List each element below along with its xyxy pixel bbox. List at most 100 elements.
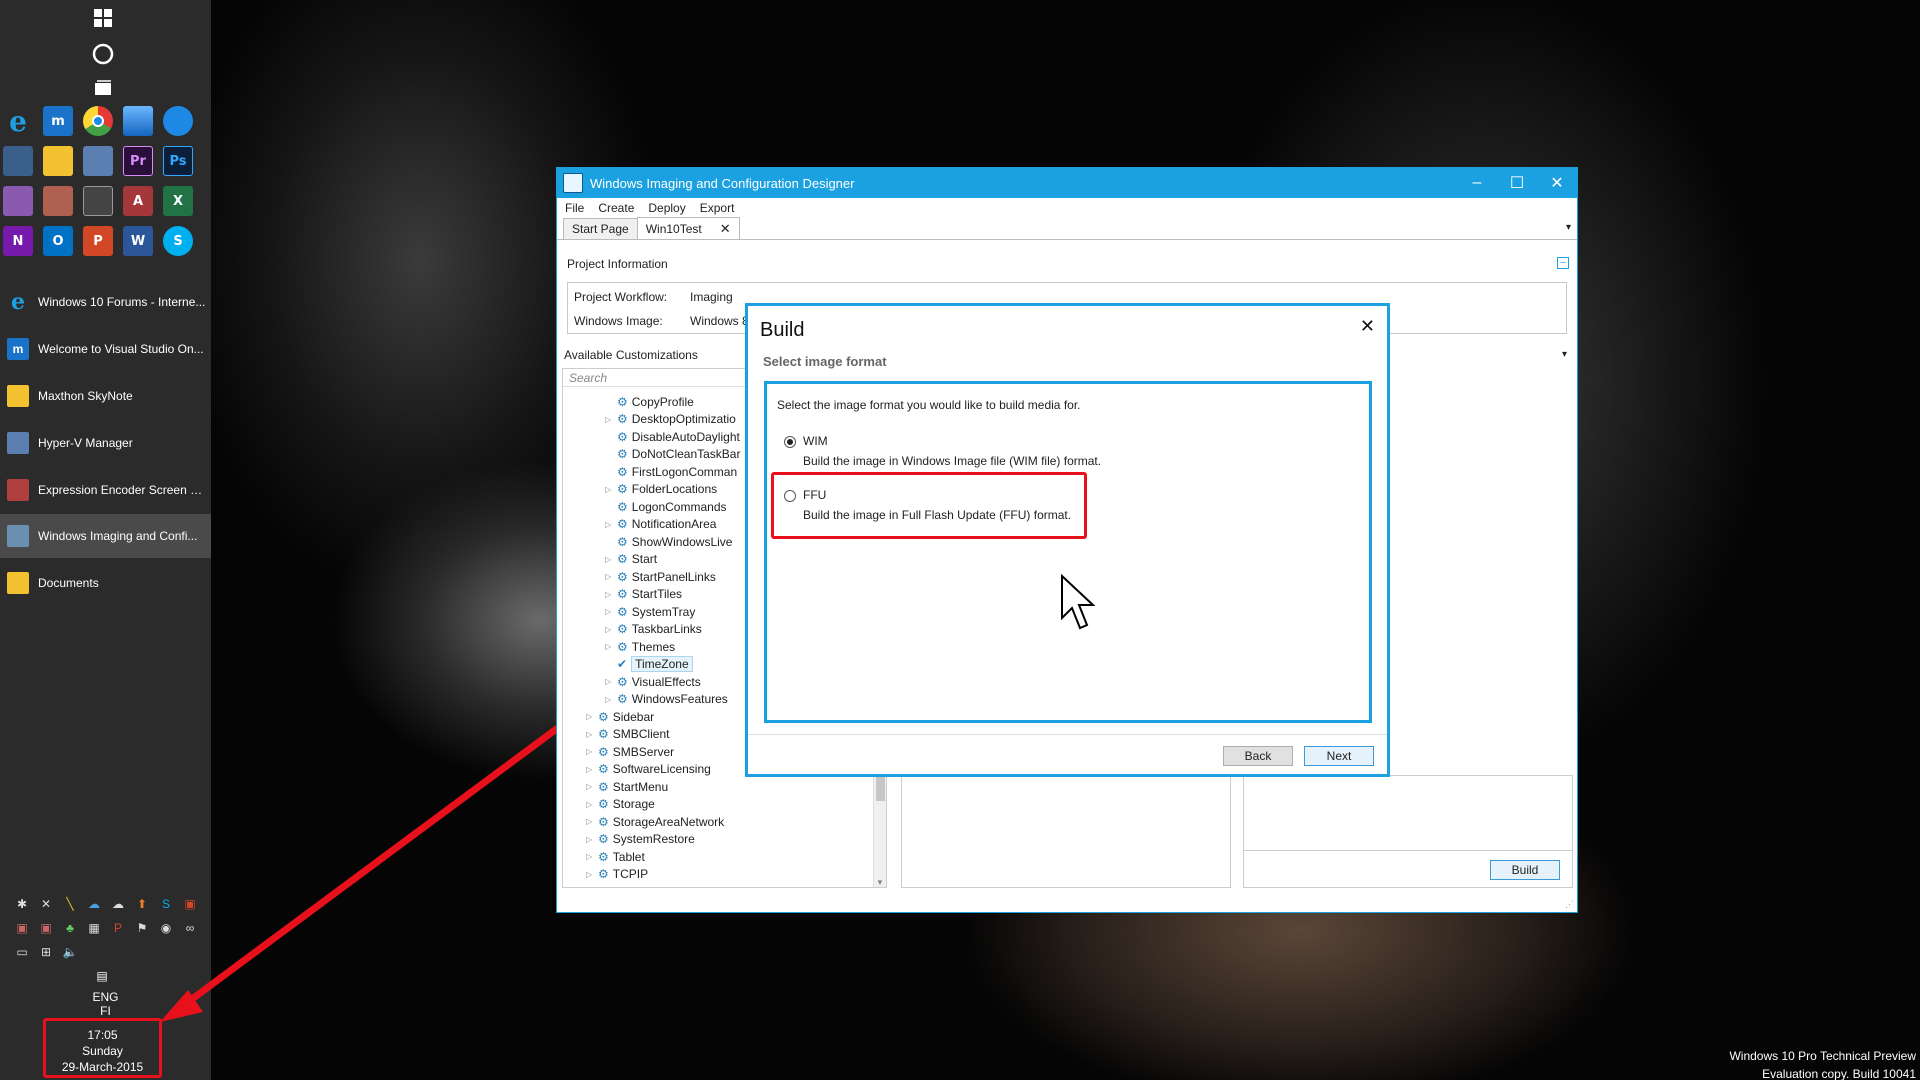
expand-arrow-icon[interactable]: ▷: [605, 415, 617, 424]
gear-icon: ⚙: [617, 622, 628, 636]
workflow-value: Imaging: [690, 290, 733, 304]
tree-node-label: CopyProfile: [631, 394, 694, 409]
ffu-label[interactable]: FFU: [803, 488, 826, 502]
tree-node[interactable]: ▷ ⚙ SystemRestore: [586, 831, 695, 848]
resize-grip-icon[interactable]: ⋰: [1565, 899, 1574, 910]
dialog-title: Build: [760, 319, 805, 341]
expand-arrow-icon[interactable]: ▷: [586, 747, 598, 756]
expand-arrow-icon[interactable]: ▷: [586, 782, 598, 791]
expand-arrow-icon[interactable]: ▷: [586, 870, 598, 879]
close-button[interactable]: ✕: [1537, 168, 1577, 198]
gear-icon: ⚙: [617, 552, 628, 566]
tree-node[interactable]: ▷ ⚙ Themes: [605, 638, 675, 655]
right-panel: Build: [1243, 775, 1573, 888]
tree-node[interactable]: ▷ ⚙ WindowsFeatures: [605, 691, 728, 708]
title-bar[interactable]: Windows Imaging and Configuration Design…: [557, 168, 1577, 198]
tree-node-label: SystemTray: [631, 604, 696, 619]
expand-arrow-icon[interactable]: ▷: [605, 607, 617, 616]
tree-node[interactable]: ▷ ⚙ StartMenu: [586, 778, 668, 795]
tree-node-label: TaskbarLinks: [631, 622, 702, 636]
tree-node[interactable]: ▷ ⚙ Start: [605, 551, 657, 568]
tree-node[interactable]: ⚙ DoNotCleanTaskBar: [605, 446, 740, 463]
tree-node[interactable]: ▷ ⚙ TCPIP: [586, 866, 648, 883]
scroll-down-icon[interactable]: ▼: [876, 878, 884, 887]
expand-arrow-icon[interactable]: ▷: [605, 677, 617, 686]
format-panel: Select the image format you would like t…: [764, 381, 1372, 723]
tree-node[interactable]: ▷ ⚙ DesktopOptimizatio: [605, 411, 736, 428]
tree-node[interactable]: ▷ ⚙ SMBServer: [586, 743, 674, 760]
expand-arrow-icon[interactable]: ▷: [586, 712, 598, 721]
gear-icon: ⚙: [598, 744, 609, 759]
gear-icon: ⚙: [617, 517, 628, 531]
expand-arrow-icon[interactable]: ▷: [605, 642, 617, 651]
tree-node[interactable]: ▷ ⚙ SoftwareLicensing: [586, 761, 711, 778]
tree-node[interactable]: ▷ ⚙ Storage: [586, 796, 655, 813]
menu-create[interactable]: Create: [598, 201, 634, 215]
maximize-button[interactable]: ☐: [1497, 168, 1537, 198]
expand-arrow-icon[interactable]: ▷: [586, 730, 598, 739]
expand-arrow-icon[interactable]: ▷: [586, 835, 598, 844]
expand-arrow-icon[interactable]: ▷: [586, 800, 598, 809]
tab-win10test[interactable]: Win10Test ✕: [636, 217, 740, 239]
image-row: Windows Image: Windows 8: [574, 314, 749, 328]
gear-icon: ⚙: [617, 499, 628, 514]
tab-overflow-icon[interactable]: ▾: [1566, 222, 1571, 233]
tree-node[interactable]: ▷ ⚙ Sidebar: [586, 708, 654, 725]
build-button[interactable]: Build: [1490, 860, 1560, 880]
wim-label[interactable]: WIM: [803, 434, 828, 448]
expand-arrow-icon[interactable]: ▷: [605, 555, 617, 564]
expand-panel-icon[interactable]: ▾: [1562, 349, 1567, 360]
dialog-divider: [748, 734, 1387, 735]
close-tab-icon[interactable]: ✕: [720, 221, 731, 237]
tree-node-label: TCPIP: [612, 867, 649, 881]
gear-icon: ⚙: [617, 394, 628, 409]
tree-node[interactable]: ✔ TimeZone: [605, 656, 693, 673]
menu-export[interactable]: Export: [700, 201, 735, 215]
tree-node[interactable]: ▷ ⚙ SystemTray: [605, 603, 695, 620]
tree-node[interactable]: ▷ ⚙ NotificationArea: [605, 516, 716, 533]
tree-node[interactable]: ▷ ⚙ Tablet: [586, 848, 645, 865]
tree-node[interactable]: ⚙ FirstLogonComman: [605, 463, 737, 480]
expand-arrow-icon[interactable]: ▷: [605, 485, 617, 494]
ffu-radio[interactable]: [784, 490, 796, 502]
center-panel: [901, 775, 1231, 888]
tree-node[interactable]: ⚙ LogonCommands: [605, 498, 727, 515]
format-prompt: Select the image format you would like t…: [777, 398, 1081, 412]
tree-node-label: Storage: [612, 797, 655, 811]
minimize-button[interactable]: –: [1457, 168, 1497, 198]
tree-node[interactable]: ▷ ⚙ TaskbarLinks: [605, 621, 702, 638]
menu-deploy[interactable]: Deploy: [648, 201, 685, 215]
gear-icon: ⚙: [598, 762, 609, 776]
expand-arrow-icon[interactable]: ▷: [586, 852, 598, 861]
expand-arrow-icon[interactable]: ▷: [605, 695, 617, 704]
workflow-row: Project Workflow: Imaging: [574, 290, 733, 304]
tree-node[interactable]: ⚙ ShowWindowsLive: [605, 533, 732, 550]
next-button[interactable]: Next: [1304, 746, 1374, 766]
tree-node[interactable]: ⚙ CopyProfile: [605, 393, 694, 410]
expand-arrow-icon[interactable]: ▷: [605, 590, 617, 599]
tree-node[interactable]: ▷ ⚙ StorageAreaNetwork: [586, 813, 724, 830]
tree-node[interactable]: ▷ ⚙ SMBClient: [586, 726, 669, 743]
tree-node[interactable]: ▷ ⚙ FolderLocations: [605, 481, 717, 498]
gear-icon: ⚙: [598, 832, 609, 846]
gear-icon: ⚙: [617, 569, 628, 584]
expand-arrow-icon[interactable]: ▷: [586, 817, 598, 826]
workflow-label: Project Workflow:: [574, 290, 668, 304]
expand-arrow-icon[interactable]: ▷: [605, 520, 617, 529]
tree-node[interactable]: ▷ ⚙ StartPanelLinks: [605, 568, 716, 585]
gear-icon: ⚙: [598, 709, 609, 724]
expand-arrow-icon[interactable]: ▷: [605, 625, 617, 634]
menu-file[interactable]: File: [565, 201, 584, 215]
back-button[interactable]: Back: [1223, 746, 1293, 766]
tree-node[interactable]: ▷ ⚙ StartTiles: [605, 586, 682, 603]
tree-node-label: SystemRestore: [612, 832, 695, 846]
expand-arrow-icon[interactable]: ▷: [605, 572, 617, 581]
tree-node-label: DoNotCleanTaskBar: [631, 447, 741, 461]
wim-radio[interactable]: [784, 436, 796, 448]
collapse-icon[interactable]: –: [1557, 257, 1569, 269]
expand-arrow-icon[interactable]: ▷: [586, 765, 598, 774]
tree-node[interactable]: ⚙ DisableAutoDaylight: [605, 428, 740, 445]
tab-start-page[interactable]: Start Page: [563, 218, 638, 239]
dialog-close-icon[interactable]: ✕: [1360, 316, 1375, 337]
tree-node[interactable]: ▷ ⚙ VisualEffects: [605, 673, 701, 690]
